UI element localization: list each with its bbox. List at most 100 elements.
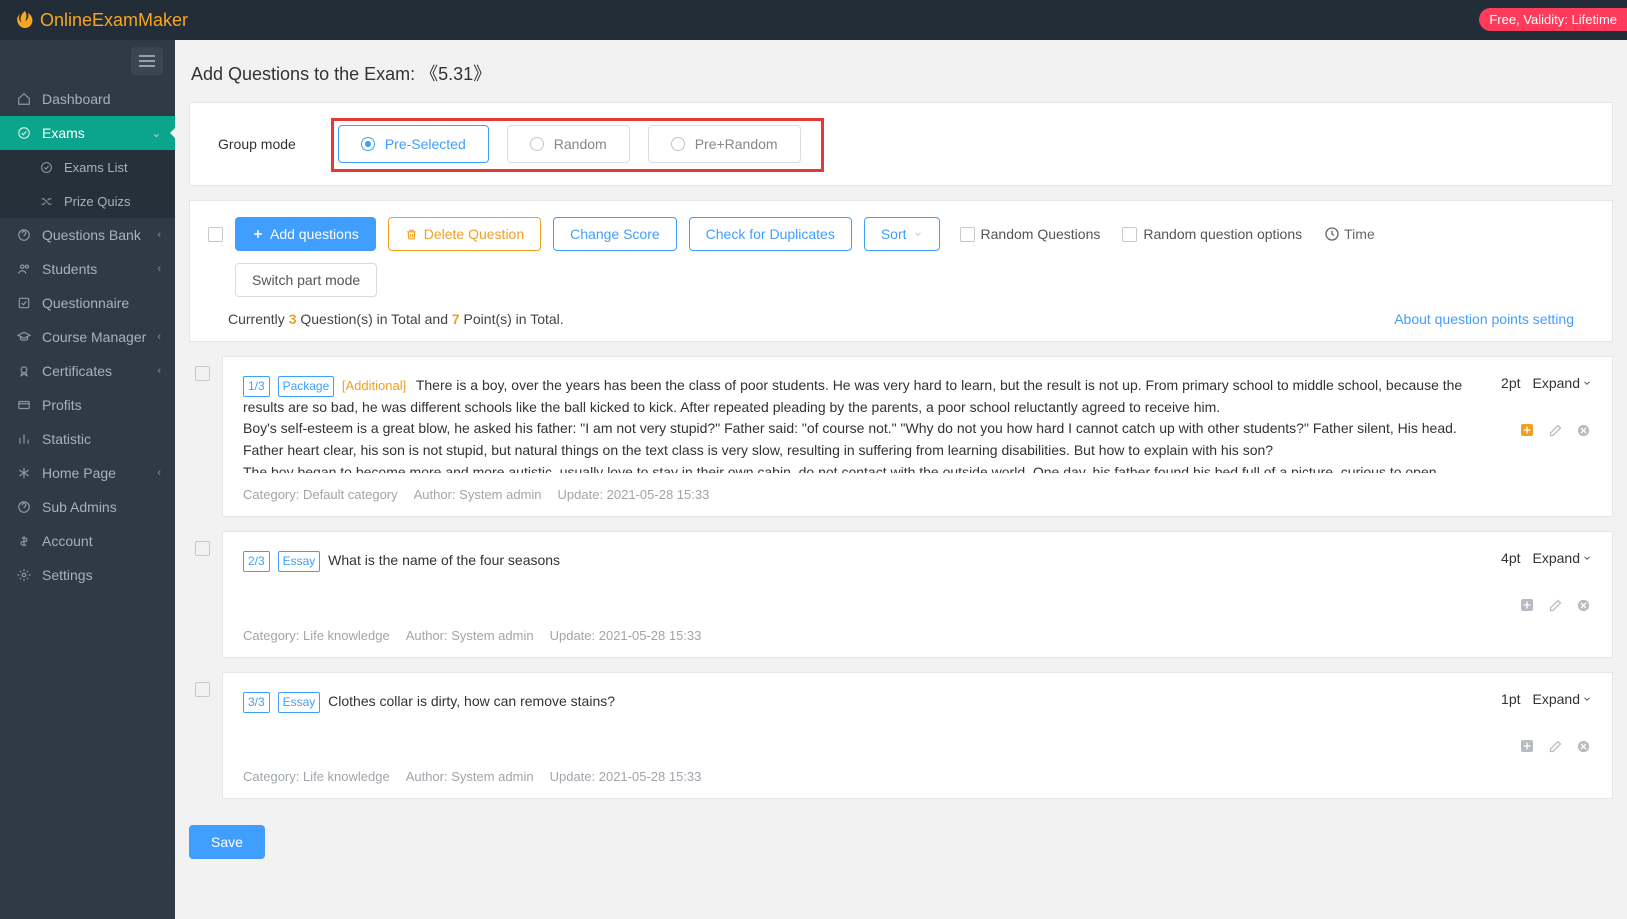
button-label: Delete Question <box>424 226 524 242</box>
radio-label: Pre-Selected <box>385 136 466 152</box>
sidebar-sub-exams: Exams List Prize Quizs <box>0 150 175 218</box>
question-checkbox[interactable] <box>195 541 210 556</box>
group-mode-panel: Group mode Pre-Selected Random Pre+Rando… <box>189 102 1613 186</box>
top-header: OnlineExamMaker Free, Validity: Lifetime <box>0 0 1627 40</box>
add-icon[interactable] <box>1518 737 1536 755</box>
delete-icon[interactable] <box>1574 596 1592 614</box>
sidebar-item-certificates[interactable]: Certificates ‹ <box>0 354 175 388</box>
check-circle-icon <box>14 126 34 140</box>
brand-icon <box>14 9 36 31</box>
hamburger-icon[interactable] <box>131 47 163 75</box>
sidebar-item-label: Home Page <box>42 465 116 481</box>
home-icon <box>14 92 34 106</box>
plus-icon <box>252 228 264 240</box>
question-card: 2/3 Essay What is the name of the four s… <box>222 531 1613 658</box>
check-square-icon <box>14 296 34 310</box>
expand-toggle[interactable]: Expand <box>1533 550 1592 566</box>
shuffle-icon <box>36 195 56 208</box>
chevron-left-icon: ‹ <box>157 331 161 343</box>
about-points-link[interactable]: About question points setting <box>1394 311 1574 327</box>
select-all-checkbox[interactable] <box>208 227 223 242</box>
radio-label: Random <box>554 136 607 152</box>
additional-tag: [Additional] <box>338 378 410 393</box>
sidebar-item-label: Students <box>42 261 97 277</box>
edit-icon[interactable] <box>1546 596 1564 614</box>
group-mode-random[interactable]: Random <box>507 125 630 163</box>
time-link[interactable]: Time <box>1324 226 1375 242</box>
radio-icon <box>530 137 544 151</box>
sidebar-item-home-page[interactable]: Home Page ‹ <box>0 456 175 490</box>
sidebar-item-questionnaire[interactable]: Questionnaire <box>0 286 175 320</box>
sidebar-item-exams-list[interactable]: Exams List <box>0 150 175 184</box>
question-meta: Category: Life knowledgeAuthor: System a… <box>243 628 1592 643</box>
totals-text: Currently 3 Question(s) in Total and 7 P… <box>228 311 564 327</box>
question-text: 2/3 Essay What is the name of the four s… <box>243 550 1482 572</box>
expand-toggle[interactable]: Expand <box>1533 691 1592 707</box>
group-mode-preselected[interactable]: Pre-Selected <box>338 125 489 163</box>
question-list: 1/3 Package [Additional] There is a boy,… <box>189 356 1613 799</box>
trash-icon <box>405 228 418 241</box>
validity-badge[interactable]: Free, Validity: Lifetime <box>1479 8 1627 31</box>
radio-icon <box>361 137 375 151</box>
question-checkbox[interactable] <box>195 366 210 381</box>
grad-cap-icon <box>14 330 34 344</box>
card-icon <box>14 398 34 412</box>
sidebar-item-dashboard[interactable]: Dashboard <box>0 82 175 116</box>
sidebar-item-questions-bank[interactable]: Questions Bank ‹ <box>0 218 175 252</box>
sidebar-toggle-row <box>0 40 175 82</box>
question-points: 2pt <box>1501 375 1520 391</box>
dollar-icon <box>14 534 34 548</box>
group-mode-label: Group mode <box>218 136 296 152</box>
delete-question-button[interactable]: Delete Question <box>388 217 541 251</box>
sidebar-item-profits[interactable]: Profits <box>0 388 175 422</box>
switch-part-mode-button[interactable]: Switch part mode <box>235 263 377 297</box>
question-points: 1pt <box>1501 691 1520 707</box>
question-text: 3/3 Essay Clothes collar is dirty, how c… <box>243 691 1482 713</box>
expand-toggle[interactable]: Expand <box>1533 375 1592 391</box>
check-duplicates-button[interactable]: Check for Duplicates <box>689 217 852 251</box>
main-content: Add Questions to the Exam: 《5.31》 Group … <box>175 40 1627 919</box>
question-row: 3/3 Essay Clothes collar is dirty, how c… <box>189 672 1613 799</box>
points-count: 7 <box>452 311 460 327</box>
random-options-checkbox[interactable]: Random question options <box>1122 226 1302 242</box>
check-circle-icon <box>36 161 56 174</box>
sidebar-item-label: Settings <box>42 567 93 583</box>
chevron-down-icon <box>1582 378 1592 388</box>
bar-chart-icon <box>14 432 34 446</box>
question-checkbox[interactable] <box>195 682 210 697</box>
sidebar-item-label: Profits <box>42 397 82 413</box>
question-meta: Category: Life knowledgeAuthor: System a… <box>243 769 1592 784</box>
sidebar-item-label: Certificates <box>42 363 112 379</box>
edit-icon[interactable] <box>1546 737 1564 755</box>
random-questions-checkbox[interactable]: Random Questions <box>960 226 1101 242</box>
sidebar-item-sub-admins[interactable]: Sub Admins <box>0 490 175 524</box>
sidebar-item-account[interactable]: Account <box>0 524 175 558</box>
brand-logo[interactable]: OnlineExamMaker <box>14 9 188 31</box>
sidebar-item-settings[interactable]: Settings <box>0 558 175 592</box>
add-questions-button[interactable]: Add questions <box>235 217 376 251</box>
sort-button[interactable]: Sort <box>864 217 940 251</box>
question-icon <box>14 500 34 514</box>
button-label: Change Score <box>570 226 660 242</box>
sidebar-item-course-manager[interactable]: Course Manager ‹ <box>0 320 175 354</box>
sidebar-item-label: Questionnaire <box>42 295 129 311</box>
group-mode-prerandom[interactable]: Pre+Random <box>648 125 801 163</box>
page-title: Add Questions to the Exam: 《5.31》 <box>191 60 1613 86</box>
sidebar-item-exams[interactable]: Exams ⌄ <box>0 116 175 150</box>
edit-icon[interactable] <box>1546 421 1564 439</box>
question-index-tag: 2/3 <box>243 551 270 572</box>
sidebar-item-statistic[interactable]: Statistic <box>0 422 175 456</box>
add-icon[interactable] <box>1518 596 1536 614</box>
question-type-tag: Essay <box>278 551 321 572</box>
radio-label: Pre+Random <box>695 136 778 152</box>
add-icon[interactable] <box>1518 421 1536 439</box>
chevron-down-icon <box>913 229 923 239</box>
sidebar-item-prize-quizs[interactable]: Prize Quizs <box>0 184 175 218</box>
sidebar-item-students[interactable]: Students ‹ <box>0 252 175 286</box>
save-button[interactable]: Save <box>189 825 265 859</box>
exam-name: 《5.31》 <box>420 64 491 84</box>
delete-icon[interactable] <box>1574 421 1592 439</box>
change-score-button[interactable]: Change Score <box>553 217 677 251</box>
delete-icon[interactable] <box>1574 737 1592 755</box>
question-row: 2/3 Essay What is the name of the four s… <box>189 531 1613 658</box>
